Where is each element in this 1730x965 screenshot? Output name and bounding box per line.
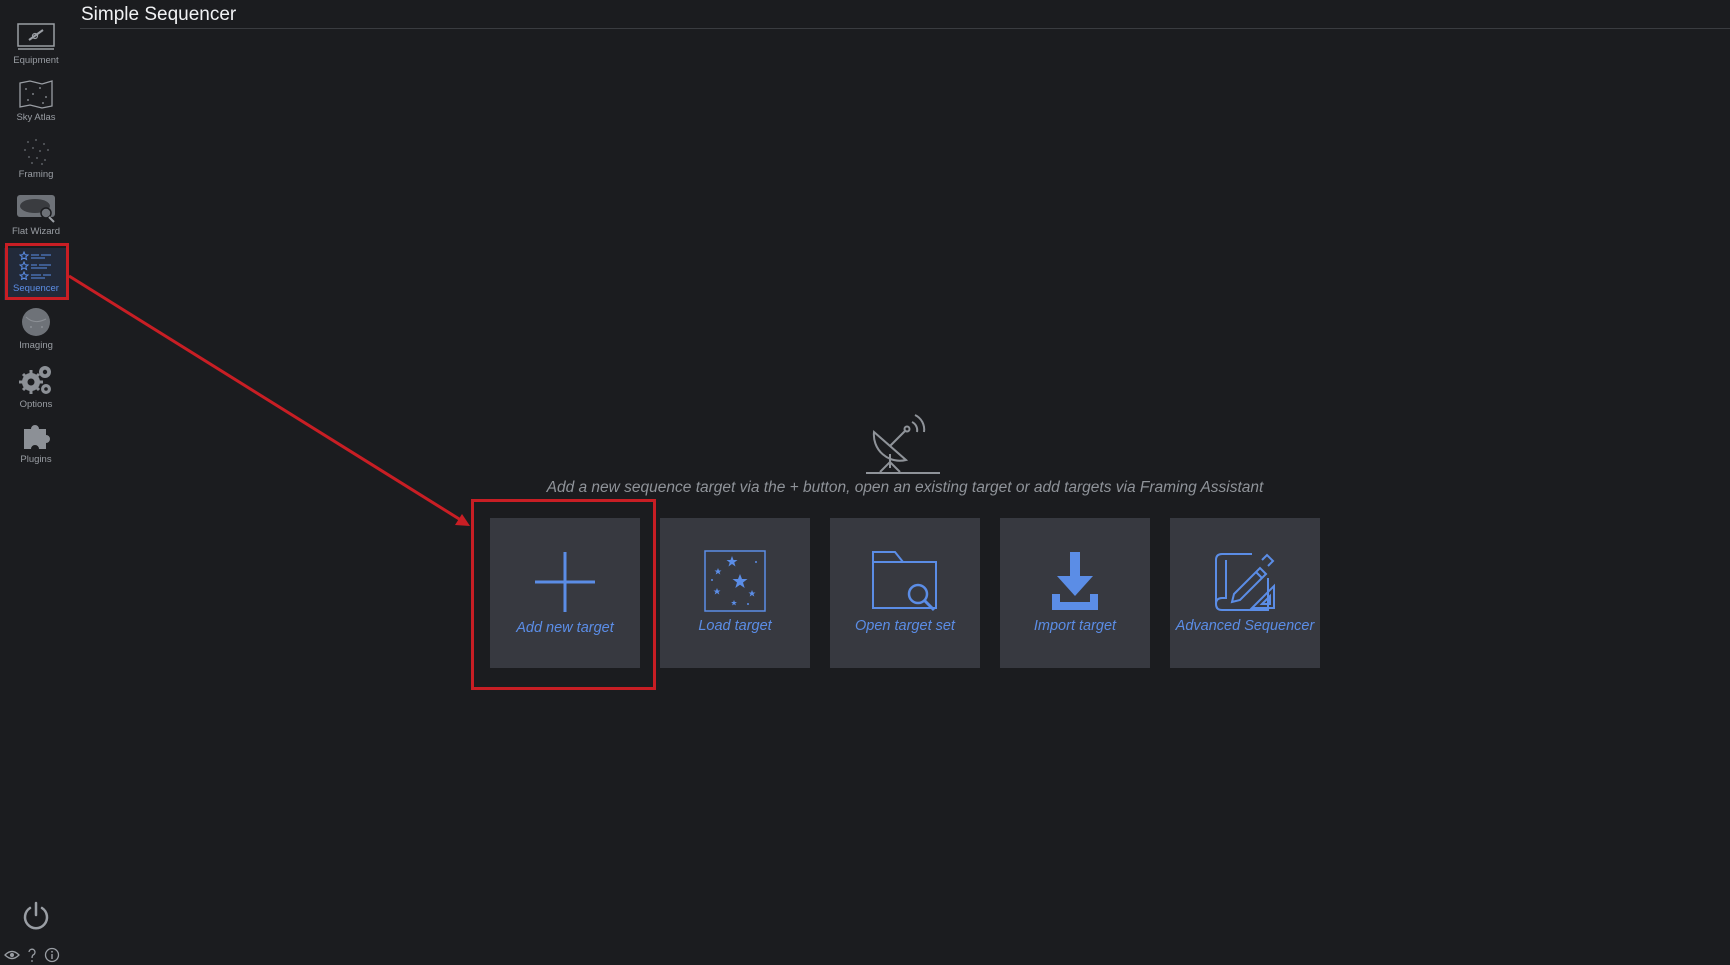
download-icon bbox=[1052, 552, 1098, 610]
gears-icon bbox=[19, 366, 51, 394]
sidebar-item-framing[interactable]: Framing bbox=[4, 134, 68, 190]
info-icon[interactable] bbox=[44, 947, 60, 963]
sidebar-item-flat-wizard[interactable]: Flat Wizard bbox=[4, 191, 68, 247]
sidebar-item-sequencer[interactable]: Sequencer bbox=[4, 248, 68, 300]
puzzle-icon bbox=[24, 425, 50, 449]
power-icon[interactable] bbox=[22, 901, 50, 931]
load-target-button[interactable]: Load target bbox=[660, 518, 810, 668]
page-title: Simple Sequencer bbox=[81, 4, 237, 25]
framing-icon bbox=[24, 139, 49, 165]
add-new-target-button[interactable]: Add new target bbox=[490, 518, 640, 668]
sequencer-icon bbox=[19, 250, 51, 280]
import-target-button[interactable]: Import target bbox=[1000, 518, 1150, 668]
sidebar-item-imaging[interactable]: Imaging bbox=[4, 305, 68, 361]
tile-label: Advanced Sequencer bbox=[1175, 618, 1315, 634]
satellite-dish-icon bbox=[866, 414, 940, 474]
plus-icon bbox=[535, 552, 595, 612]
tile-label: Import target bbox=[1033, 618, 1117, 634]
sidebar-item-label: Sky Atlas bbox=[16, 112, 56, 123]
open-target-set-button[interactable]: Open target set bbox=[830, 518, 980, 668]
tile-label: Open target set bbox=[855, 618, 955, 634]
tile-label: Load target bbox=[698, 618, 772, 634]
sidebar-item-sky-atlas[interactable]: Sky Atlas bbox=[4, 77, 68, 133]
sidebar-item-label: Options bbox=[19, 399, 53, 410]
title-bar: Simple Sequencer bbox=[80, 0, 1730, 29]
sidebar-footer bbox=[0, 895, 72, 965]
imaging-icon bbox=[22, 308, 50, 336]
stars-icon bbox=[704, 550, 766, 612]
blueprint-icon bbox=[1215, 553, 1275, 611]
sky-atlas-icon bbox=[19, 80, 53, 109]
sidebar-item-label: Framing bbox=[18, 169, 54, 180]
sidebar-item-label: Equipment bbox=[13, 55, 59, 66]
advanced-sequencer-button[interactable]: Advanced Sequencer bbox=[1170, 518, 1320, 668]
action-tiles: Add new target Load target Open target s… bbox=[490, 518, 1320, 668]
sidebar-item-plugins[interactable]: Plugins bbox=[4, 419, 68, 475]
empty-state-hint: Add a new sequence target via the + butt… bbox=[546, 479, 1264, 496]
eye-icon[interactable] bbox=[4, 949, 20, 961]
sidebar-item-label: Flat Wizard bbox=[11, 226, 61, 237]
sidebar-item-options[interactable]: Options bbox=[4, 362, 68, 418]
flat-wizard-icon bbox=[17, 195, 55, 223]
sidebar-item-label: Sequencer bbox=[13, 283, 59, 294]
telescope-icon bbox=[17, 23, 55, 50]
sidebar-item-label: Imaging bbox=[19, 340, 53, 351]
tile-label: Add new target bbox=[516, 620, 614, 636]
sidebar-item-label: Plugins bbox=[20, 454, 52, 465]
help-icon[interactable] bbox=[26, 947, 38, 963]
sidebar-item-equipment[interactable]: Equipment bbox=[4, 20, 68, 76]
folder-search-icon bbox=[872, 551, 937, 612]
